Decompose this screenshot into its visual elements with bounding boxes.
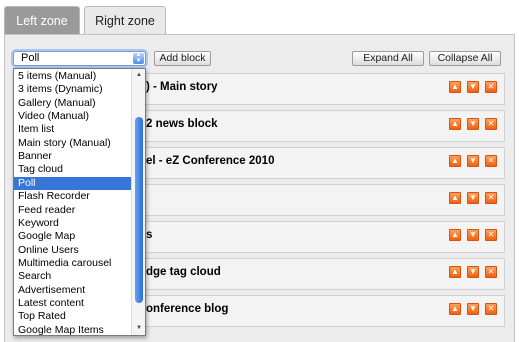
close-icon[interactable]: ✕ <box>485 118 497 130</box>
dropdown-option[interactable]: Top Rated <box>14 310 131 323</box>
dropdown-option[interactable]: Advertisement <box>14 284 131 297</box>
dropdown-option[interactable]: Feed reader <box>14 204 131 217</box>
select-arrows-icon: ▲ ▼ <box>133 52 144 64</box>
dropdown-option[interactable]: Gallery (Manual) <box>14 97 131 110</box>
up-arrow-icon[interactable]: ▲ <box>449 303 461 315</box>
zone-tabs: Left zone Right zone <box>4 6 515 35</box>
block-type-select[interactable]: Poll ▲ ▼ <box>13 51 146 66</box>
down-arrow-icon[interactable]: ▼ <box>467 303 479 315</box>
dropdown-option[interactable]: Google Map <box>14 230 131 243</box>
close-icon[interactable]: ✕ <box>485 266 497 278</box>
block-title: 2 news block <box>146 118 218 130</box>
scrollbar-thumb[interactable] <box>135 117 143 303</box>
down-arrow-icon[interactable]: ▼ <box>467 266 479 278</box>
close-icon[interactable]: ✕ <box>485 229 497 241</box>
block-type-dropdown-list[interactable]: 5 items (Manual) 3 items (Dynamic) Gallery… <box>13 68 146 336</box>
close-icon[interactable]: ✕ <box>485 155 497 167</box>
dropdown-option[interactable]: Google Map Items <box>14 324 131 335</box>
down-arrow-icon[interactable]: ▼ <box>467 192 479 204</box>
close-icon[interactable]: ✕ <box>485 303 497 315</box>
dropdown-option[interactable]: Tag cloud <box>14 163 131 176</box>
block-title: dge tag cloud <box>146 266 221 278</box>
dropdown-option[interactable]: Latest content <box>14 297 131 310</box>
close-icon[interactable]: ✕ <box>485 81 497 93</box>
close-icon[interactable]: ✕ <box>485 192 497 204</box>
dropdown-option[interactable]: Search <box>14 270 131 283</box>
block-title: ) - Main story <box>146 81 218 93</box>
down-arrow-icon[interactable]: ▼ <box>467 229 479 241</box>
dropdown-scrollbar[interactable]: ▲ ▼ <box>131 69 145 335</box>
dropdown-option[interactable]: 5 items (Manual) <box>14 70 131 83</box>
dropdown-option[interactable]: Flash Recorder <box>14 190 131 203</box>
dropdown-option[interactable]: Keyword <box>14 217 131 230</box>
down-arrow-icon[interactable]: ▼ <box>467 118 479 130</box>
dropdown-option[interactable]: Item list <box>14 123 131 136</box>
tab-left-zone[interactable]: Left zone <box>4 6 80 35</box>
up-arrow-icon[interactable]: ▲ <box>449 155 461 167</box>
block-title: s <box>146 229 153 241</box>
up-arrow-icon[interactable]: ▲ <box>449 192 461 204</box>
block-title: onference blog <box>146 303 229 315</box>
up-arrow-icon[interactable]: ▲ <box>449 229 461 241</box>
scroll-down-icon[interactable]: ▼ <box>135 325 143 331</box>
add-block-button[interactable]: Add block <box>154 51 211 66</box>
dropdown-option[interactable]: Multimedia carousel <box>14 257 131 270</box>
block-title: el - eZ Conference 2010 <box>146 155 275 167</box>
dropdown-option[interactable]: Main story (Manual) <box>14 137 131 150</box>
collapse-all-button[interactable]: Collapse All <box>429 51 501 66</box>
dropdown-option[interactable]: Poll <box>14 176 131 191</box>
up-arrow-icon[interactable]: ▲ <box>449 266 461 278</box>
up-arrow-icon[interactable]: ▲ <box>449 81 461 93</box>
dropdown-option[interactable]: 3 items (Dynamic) <box>14 83 131 96</box>
scroll-up-icon[interactable]: ▲ <box>135 72 143 78</box>
up-arrow-icon[interactable]: ▲ <box>449 118 461 130</box>
down-arrow-icon[interactable]: ▼ <box>467 155 479 167</box>
expand-all-button[interactable]: Expand All <box>352 51 424 66</box>
down-arrow-icon[interactable]: ▼ <box>467 81 479 93</box>
dropdown-option[interactable]: Online Users <box>14 244 131 257</box>
tab-right-zone[interactable]: Right zone <box>84 6 166 35</box>
dropdown-option[interactable]: Banner <box>14 150 131 163</box>
block-type-select-value: Poll <box>21 52 40 64</box>
dropdown-option[interactable]: Video (Manual) <box>14 110 131 123</box>
